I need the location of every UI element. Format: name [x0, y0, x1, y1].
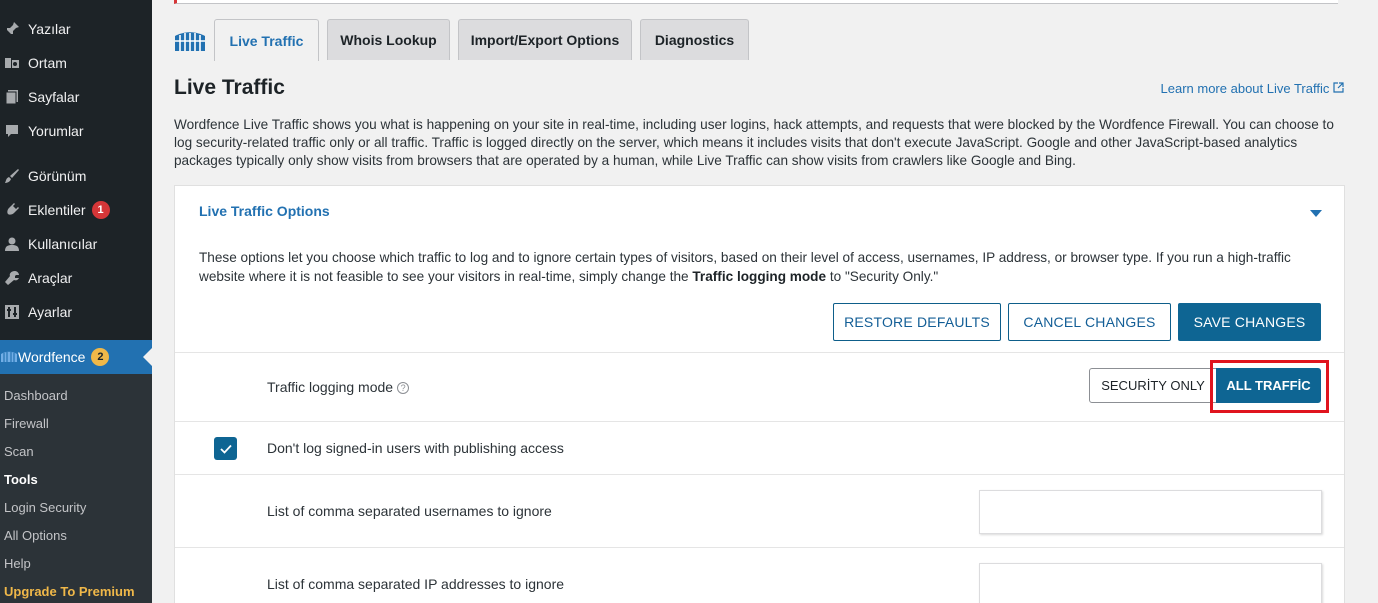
submenu-login-security[interactable]: Login Security	[4, 500, 86, 515]
ignore-usernames-input[interactable]	[979, 490, 1322, 534]
menu-label: Sayfalar	[28, 89, 80, 105]
panel-title[interactable]: Live Traffic Options	[199, 203, 330, 219]
tab-live-traffic[interactable]: Live Traffic	[214, 19, 319, 61]
logging-mode-label: Traffic logging mode?	[267, 379, 410, 395]
menu-item-tools[interactable]: Araçlar	[0, 261, 152, 295]
menu-label: Ortam	[28, 55, 67, 71]
menu-label: Wordfence	[18, 349, 86, 365]
menu-item-settings[interactable]: Ayarlar	[0, 295, 152, 329]
check-icon	[219, 444, 232, 454]
menu-item-comments[interactable]: Yorumlar	[0, 114, 152, 148]
menu-label: Yazılar	[28, 21, 71, 37]
users-icon	[2, 234, 22, 254]
wordfence-logo-icon	[174, 30, 206, 52]
menu-label: Görünüm	[28, 168, 87, 184]
learn-more-link[interactable]: Learn more about Live Traffic	[1161, 81, 1344, 96]
tab-diagnostics[interactable]: Diagnostics	[640, 19, 749, 60]
settings-icon	[2, 302, 22, 322]
row-ignore-usernames: List of comma separated usernames to ign…	[175, 474, 1344, 547]
wordfence-badge: 2	[91, 348, 110, 366]
logging-mode-text: Traffic logging mode	[267, 379, 394, 395]
comments-icon	[2, 121, 22, 141]
menu-item-wordfence[interactable]: Wordfence 2	[0, 340, 152, 374]
submenu-dashboard[interactable]: Dashboard	[4, 388, 68, 403]
wordfence-icon	[0, 349, 18, 366]
page-description: Wordfence Live Traffic shows you what is…	[174, 117, 1334, 168]
active-menu-arrow	[143, 348, 152, 366]
menu-label: Araçlar	[28, 270, 73, 286]
submenu-all-options[interactable]: All Options	[4, 528, 67, 543]
highlight-box	[1210, 360, 1329, 413]
menu-item-media[interactable]: Ortam	[0, 46, 152, 80]
page-title: Live Traffic	[174, 76, 285, 99]
menu-item-posts[interactable]: Yazılar	[0, 12, 152, 46]
row-ignore-publishers: Don't log signed-in users with publishin…	[175, 421, 1344, 474]
menu-label: Kullanıcılar	[28, 236, 98, 252]
plugins-icon	[2, 200, 22, 220]
submenu-help[interactable]: Help	[4, 556, 31, 571]
collapse-caret-icon[interactable]	[1310, 210, 1322, 217]
panel-desc-text-end: to "Security Only."	[826, 269, 939, 284]
tab-import-export[interactable]: Import/Export Options	[458, 19, 632, 60]
submenu-upgrade-premium[interactable]: Upgrade To Premium	[4, 584, 135, 599]
ignore-publishers-checkbox[interactable]	[214, 437, 237, 460]
submenu-firewall[interactable]: Firewall	[4, 416, 49, 431]
notice-bar	[174, 0, 1338, 4]
main-content: Live Traffic Whois Lookup Import/Export …	[152, 0, 1378, 603]
learn-more-text: Learn more about Live Traffic	[1160, 81, 1330, 96]
media-icon	[2, 53, 22, 73]
submenu-scan[interactable]: Scan	[4, 444, 34, 459]
menu-label: Ayarlar	[28, 304, 73, 320]
row-ignore-ips: List of comma separated IP addresses to …	[175, 547, 1344, 603]
menu-item-appearance[interactable]: Görünüm	[0, 159, 152, 193]
panel-description: These options let you choose which traff…	[199, 248, 1299, 286]
help-icon[interactable]: ?	[397, 382, 410, 395]
ignore-publishers-label: Don't log signed-in users with publishin…	[267, 440, 564, 456]
tools-icon	[2, 268, 22, 288]
menu-item-plugins[interactable]: Eklentiler 1	[0, 193, 152, 227]
menu-item-users[interactable]: Kullanıcılar	[0, 227, 152, 261]
save-changes-button[interactable]: SAVE CHANGES	[1178, 303, 1321, 341]
live-traffic-options-panel: Live Traffic Options These options let y…	[174, 185, 1345, 603]
menu-label: Eklentiler	[28, 202, 86, 218]
pin-icon	[2, 19, 22, 39]
admin-sidebar: Yazılar Ortam Sayfalar Yorumlar Görünüm …	[0, 0, 152, 603]
ignore-ips-label: List of comma separated IP addresses to …	[267, 576, 565, 592]
menu-label: Yorumlar	[28, 123, 84, 139]
menu-item-pages[interactable]: Sayfalar	[0, 80, 152, 114]
ignore-usernames-label: List of comma separated usernames to ign…	[267, 503, 552, 519]
row-traffic-logging-mode: Traffic logging mode? SECURİTY ONLY ALL …	[175, 352, 1344, 421]
plugins-update-badge: 1	[91, 201, 110, 219]
restore-defaults-button[interactable]: RESTORE DEFAULTS	[833, 303, 1001, 341]
external-link-icon	[1333, 81, 1344, 96]
cancel-changes-button[interactable]: CANCEL CHANGES	[1008, 303, 1171, 341]
wordfence-submenu: Dashboard Firewall Scan Tools Login Secu…	[0, 374, 152, 603]
security-only-option[interactable]: SECURİTY ONLY	[1089, 368, 1217, 403]
tab-whois-lookup[interactable]: Whois Lookup	[327, 19, 450, 60]
panel-desc-bold: Traffic logging mode	[692, 269, 827, 284]
ignore-ips-input[interactable]	[979, 563, 1322, 603]
submenu-tools[interactable]: Tools	[4, 472, 38, 487]
appearance-icon	[2, 166, 22, 186]
pages-icon	[2, 87, 22, 107]
